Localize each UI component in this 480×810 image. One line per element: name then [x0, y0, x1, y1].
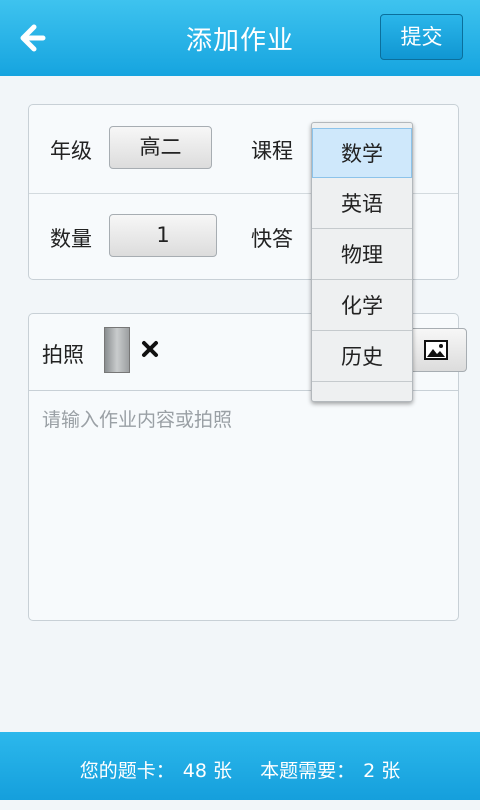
- content-placeholder: 请输入作业内容或拍照: [42, 409, 233, 431]
- course-dropdown: 数学 英语 物理 化学 历史: [311, 122, 413, 402]
- image-icon: [424, 340, 448, 360]
- course-option-english[interactable]: 英语: [312, 179, 412, 229]
- course-option-chemistry[interactable]: 化学: [312, 281, 412, 331]
- course-option-more[interactable]: [312, 383, 412, 401]
- course-option-math[interactable]: 数学: [312, 128, 412, 178]
- footer-bar: 您的题卡： 48 张 本题需要： 2 张: [0, 732, 480, 800]
- needed-value: 2 张: [363, 760, 401, 782]
- photo-thumbnail[interactable]: [104, 327, 130, 373]
- course-option-history[interactable]: 历史: [312, 332, 412, 382]
- submit-button[interactable]: 提交: [380, 14, 463, 60]
- photo-label: 拍照: [42, 343, 84, 367]
- app-header: 添加作业 提交: [0, 0, 480, 76]
- grade-select[interactable]: 高二: [109, 126, 212, 169]
- course-label: 课程: [251, 139, 293, 163]
- homework-content-input[interactable]: 请输入作业内容或拍照: [28, 390, 458, 620]
- quick-answer-label: 快答: [251, 227, 293, 251]
- grade-label: 年级: [50, 139, 92, 163]
- needed-prefix: 本题需要：: [260, 760, 356, 782]
- cards-prefix: 您的题卡：: [79, 760, 175, 782]
- quantity-label: 数量: [50, 227, 92, 251]
- course-option-physics[interactable]: 物理: [312, 230, 412, 280]
- quantity-select[interactable]: 1: [109, 214, 217, 257]
- gallery-button[interactable]: [405, 328, 467, 372]
- close-icon[interactable]: [140, 339, 160, 359]
- cards-value: 48 张: [182, 760, 233, 782]
